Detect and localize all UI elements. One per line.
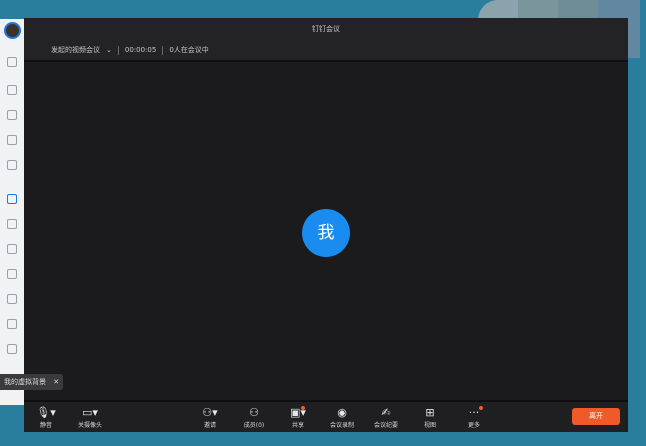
meeting-toolbar: 🎙▾ 静音 ▭▾ 关摄像头 ⚇▾ 邀请 ⚇ 成员(0) ▣▾ 共享 ◉ 会议录制 ✍ 会议纪要…: [24, 400, 628, 432]
camera-label: 关摄像头: [77, 422, 102, 429]
microphone-icon: 🎙▾: [36, 406, 56, 419]
todo-icon[interactable]: [7, 269, 17, 279]
minutes-icon: ✍: [381, 406, 391, 419]
share-screen-icon: ▣▾: [290, 406, 306, 419]
view-button[interactable]: ⊞ 视图: [410, 406, 450, 429]
virtual-background-tooltip: 我的虚拟背景 ✕: [0, 374, 64, 390]
participants-status: 0人在会议中: [169, 46, 209, 54]
settings-icon[interactable]: [7, 319, 17, 329]
invite-label: 邀请: [203, 422, 216, 429]
more-icon: ···: [468, 406, 480, 419]
share-button[interactable]: ▣▾ 共享: [278, 406, 318, 429]
record-button[interactable]: ◉ 会议录制: [322, 406, 362, 429]
calendar-icon[interactable]: [7, 244, 17, 254]
add-user-icon: ⚇▾: [202, 406, 218, 419]
mail-icon[interactable]: [7, 344, 17, 354]
minutes-button[interactable]: ✍ 会议纪要: [366, 406, 406, 429]
camera-button[interactable]: ▭▾ 关摄像头: [70, 406, 110, 429]
close-icon[interactable]: ✕: [53, 378, 59, 386]
members-label: 成员(0): [243, 422, 265, 429]
view-label: 视图: [423, 422, 436, 429]
divider: [162, 45, 164, 55]
chevron-down-icon[interactable]: ⌄: [106, 46, 112, 54]
members-button[interactable]: ⚇ 成员(0): [234, 406, 274, 429]
grid-icon: ⊞: [425, 406, 435, 419]
meeting-timer: 00:00:05: [124, 46, 157, 54]
video-area: 我: [24, 64, 628, 400]
mute-label: 静音: [39, 422, 52, 429]
record-label: 会议录制: [329, 422, 354, 429]
meeting-info-bar: 发起的视频会议 ⌄ 00:00:05 0人在会议中: [24, 40, 628, 62]
apps-icon[interactable]: [7, 135, 17, 145]
self-avatar: 我: [302, 209, 350, 257]
notification-dot: [301, 406, 305, 410]
mute-button[interactable]: 🎙▾ 静音: [26, 406, 66, 429]
users-icon: ⚇: [249, 406, 259, 419]
tooltip-text: 我的虚拟背景: [4, 378, 46, 386]
more-button[interactable]: ··· 更多: [454, 406, 494, 429]
notification-dot: [479, 406, 483, 410]
record-icon: ◉: [337, 406, 347, 419]
window-title: 钉钉会议: [24, 18, 628, 40]
minutes-label: 会议纪要: [373, 422, 398, 429]
phone-icon[interactable]: [7, 194, 17, 204]
contacts-icon[interactable]: [7, 160, 17, 170]
meeting-name[interactable]: 发起的视频会议: [51, 45, 100, 55]
user-avatar[interactable]: [4, 22, 21, 39]
invite-button[interactable]: ⚇▾ 邀请: [190, 406, 230, 429]
meeting-window: 钉钉会议 发起的视频会议 ⌄ 00:00:05 0人在会议中 我 🎙▾ 静音 ▭▾…: [24, 18, 628, 432]
share-label: 共享: [291, 422, 304, 429]
chat-icon[interactable]: [7, 85, 17, 95]
leave-button[interactable]: 离开: [572, 408, 620, 425]
more-label: 更多: [467, 422, 480, 429]
camera-icon: ▭▾: [82, 406, 98, 419]
cloud-icon[interactable]: [7, 219, 17, 229]
app-sidebar: [0, 19, 24, 405]
org-icon[interactable]: [7, 57, 17, 67]
docs-icon[interactable]: [7, 110, 17, 120]
divider: [117, 45, 119, 55]
ding-icon[interactable]: [7, 294, 17, 304]
